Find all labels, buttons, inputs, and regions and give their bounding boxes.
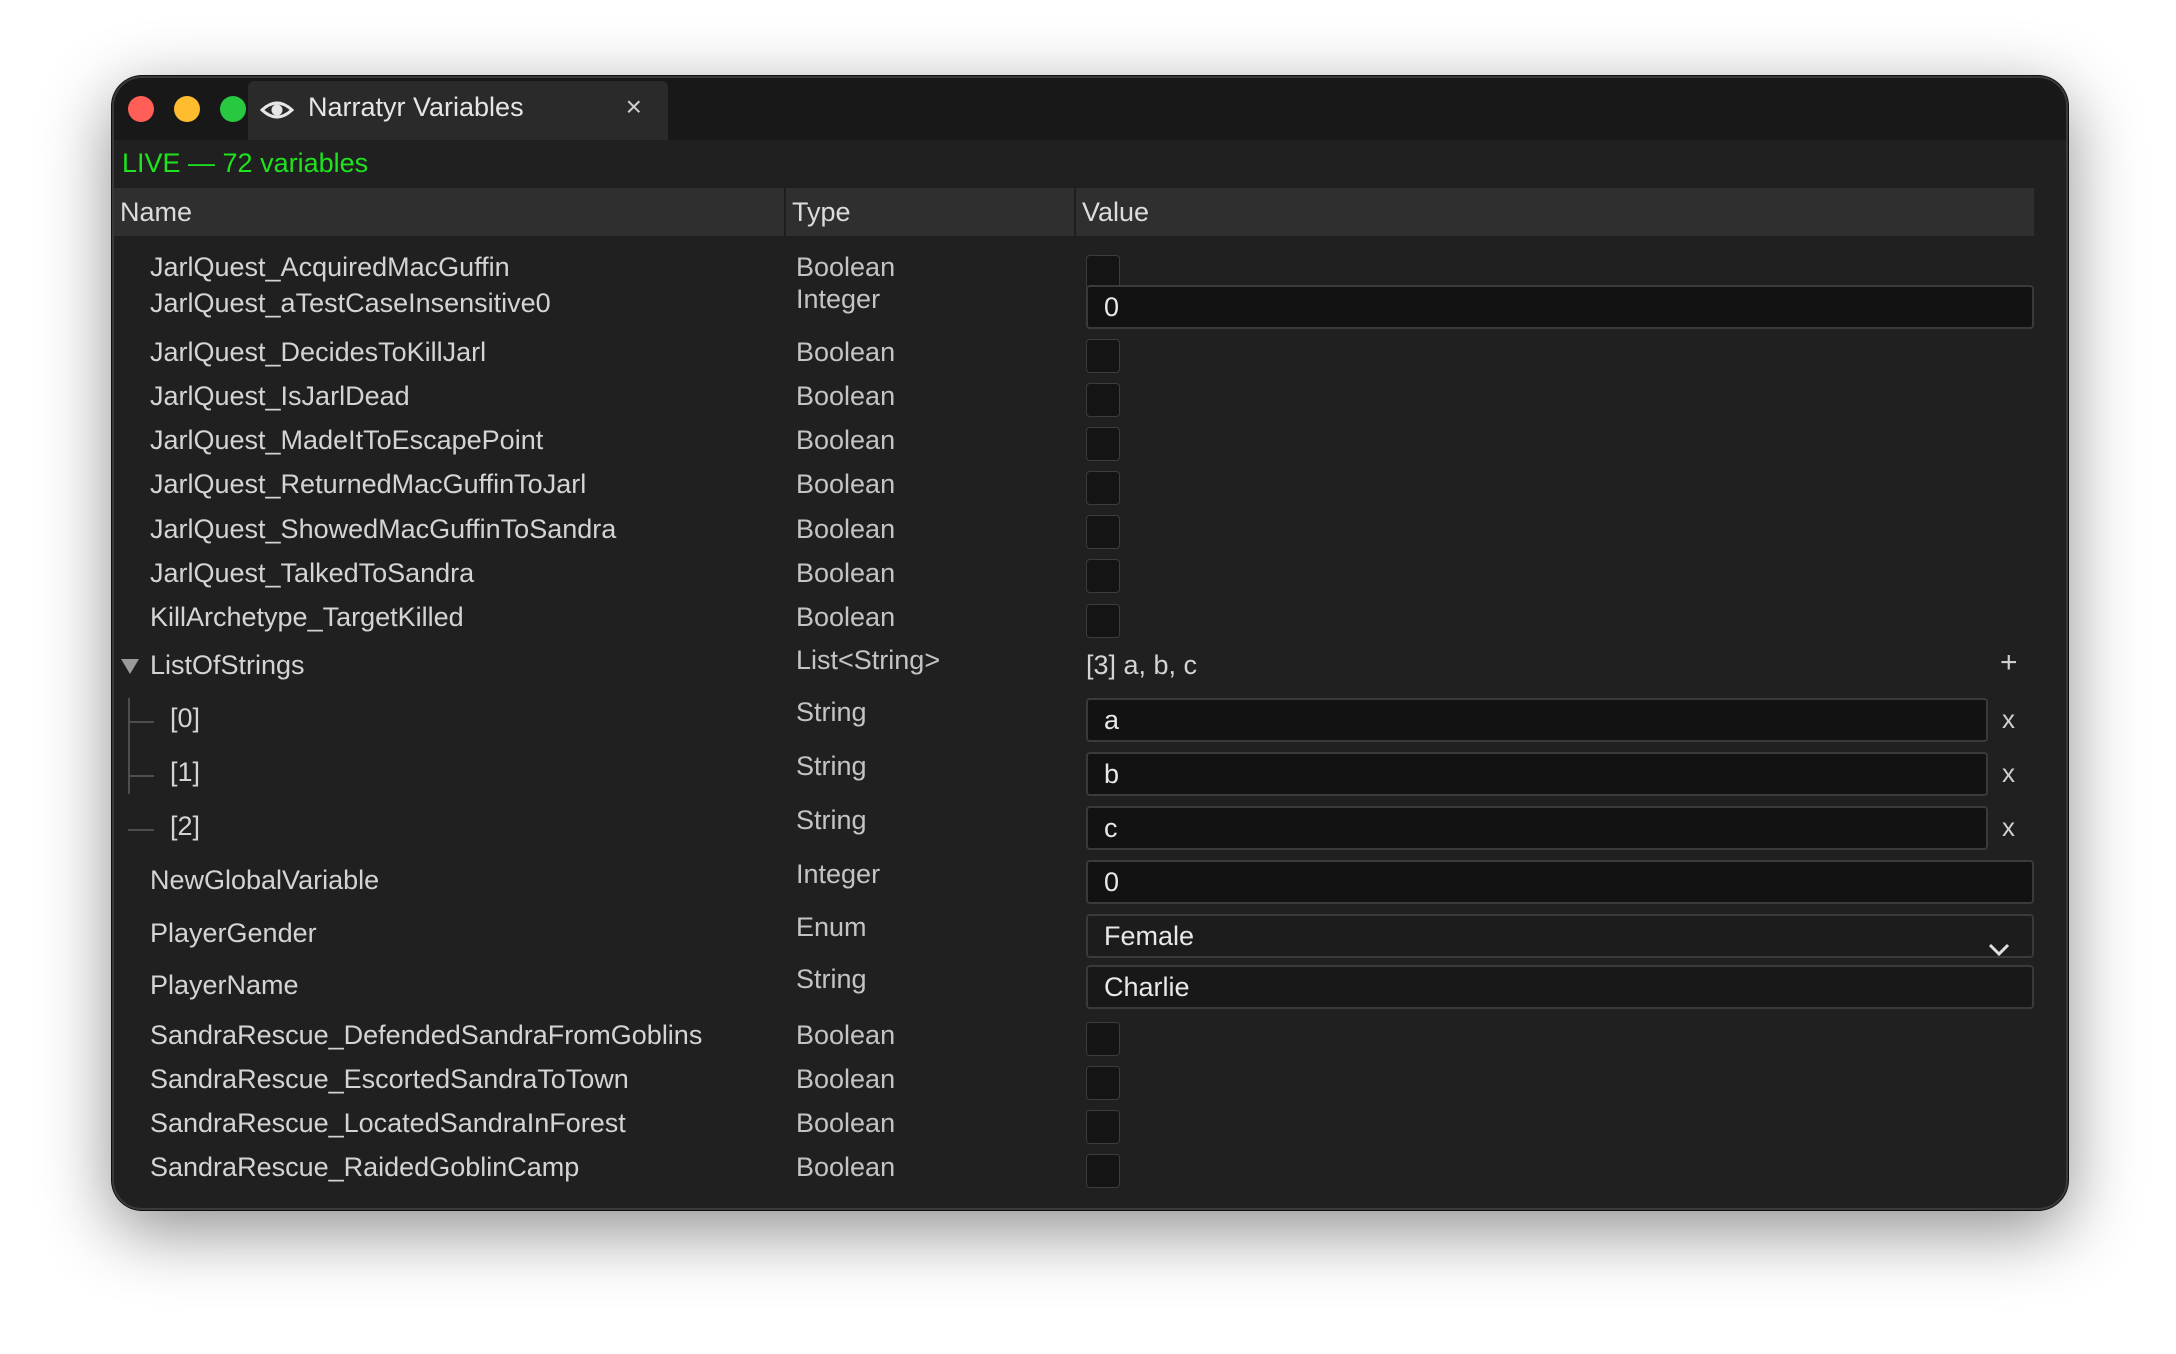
live-status: LIVE — 72 variables <box>122 148 369 178</box>
variable-type: Integer <box>796 859 881 889</box>
variable-type: Boolean <box>796 514 896 544</box>
variable-name: SandraRescue_EscortedSandraToTown <box>150 1064 629 1094</box>
variable-type: String <box>796 964 867 994</box>
list-summary: [3] a, b, c <box>1086 650 1198 680</box>
variable-name: JarlQuest_MadeItToEscapePoint <box>150 425 544 455</box>
list-index: [0] <box>170 703 201 733</box>
variable-type: String <box>796 697 867 727</box>
variable-type: String <box>796 751 867 781</box>
tab-title: Narratyr Variables <box>308 92 524 122</box>
boolean-checkbox[interactable] <box>1086 604 1120 638</box>
boolean-checkbox[interactable] <box>1086 1154 1120 1188</box>
list-index: [2] <box>170 811 201 841</box>
variable-name: JarlQuest_ReturnedMacGuffinToJarl <box>150 469 587 499</box>
tree-connector <box>128 698 130 794</box>
variable-name: NewGlobalVariable <box>150 865 380 895</box>
remove-item-button[interactable]: x <box>2002 812 2015 843</box>
string-input[interactable]: a <box>1086 698 1988 742</box>
variable-name: JarlQuest_IsJarlDead <box>150 381 410 411</box>
string-input[interactable]: b <box>1086 752 1988 796</box>
string-input[interactable]: c <box>1086 806 1988 850</box>
boolean-checkbox[interactable] <box>1086 383 1120 417</box>
enum-dropdown[interactable]: Female <box>1086 914 2034 958</box>
expand-triangle-icon[interactable] <box>120 658 140 681</box>
string-input[interactable]: Charlie <box>1086 965 2034 1009</box>
variable-name: PlayerName <box>150 970 299 1000</box>
tree-connector <box>128 721 154 723</box>
boolean-checkbox[interactable] <box>1086 559 1120 593</box>
variable-type: Boolean <box>796 469 896 499</box>
column-header-value[interactable]: Value <box>1076 188 2034 236</box>
boolean-checkbox[interactable] <box>1086 255 1120 289</box>
variable-type: Boolean <box>796 381 896 411</box>
variable-type: String <box>796 805 867 835</box>
variable-name: SandraRescue_RaidedGoblinCamp <box>150 1152 580 1182</box>
variable-name: JarlQuest_TalkedToSandra <box>150 558 475 588</box>
variable-type: List<String> <box>796 645 941 675</box>
close-window-button[interactable] <box>128 96 154 122</box>
variable-type: Boolean <box>796 425 896 455</box>
variable-type: Boolean <box>796 1152 896 1182</box>
remove-item-button[interactable]: x <box>2002 704 2015 735</box>
column-header-type[interactable]: Type <box>786 188 1074 236</box>
title-bar: Narratyr Variables × <box>114 78 2066 140</box>
column-header-name[interactable]: Name <box>114 188 784 236</box>
variable-name: SandraRescue_DefendedSandraFromGoblins <box>150 1020 703 1050</box>
variable-type: Boolean <box>796 1064 896 1094</box>
variable-type: Boolean <box>796 602 896 632</box>
variable-name: SandraRescue_LocatedSandraInForest <box>150 1108 626 1138</box>
minimize-window-button[interactable] <box>174 96 200 122</box>
boolean-checkbox[interactable] <box>1086 1022 1120 1056</box>
eye-icon <box>259 95 295 130</box>
variable-list: JarlQuest_AcquiredMacGuffin Boolean Jarl… <box>114 236 2034 1208</box>
variable-name: KillArchetype_TargetKilled <box>150 602 464 632</box>
variable-type: Boolean <box>796 1020 896 1050</box>
list-index: [1] <box>170 757 201 787</box>
chevron-down-icon <box>1988 928 2010 968</box>
tab-narratyr-variables[interactable]: Narratyr Variables × <box>248 81 668 140</box>
boolean-checkbox[interactable] <box>1086 515 1120 549</box>
maximize-window-button[interactable] <box>220 96 246 122</box>
variable-name: PlayerGender <box>150 918 317 948</box>
variables-window: Narratyr Variables × LIVE — 72 variables… <box>112 76 2068 1210</box>
variable-type: Boolean <box>796 337 896 367</box>
dropdown-value: Female <box>1104 921 1195 951</box>
table-header: Name Type Value <box>114 188 2034 236</box>
tree-connector <box>128 775 154 777</box>
variable-type: Integer <box>796 284 881 314</box>
variable-type: Boolean <box>796 252 896 282</box>
variable-name: ListOfStrings <box>150 650 305 680</box>
variable-name: JarlQuest_DecidesToKillJarl <box>150 337 487 367</box>
variable-name: JarlQuest_AcquiredMacGuffin <box>150 252 510 282</box>
variable-name: JarlQuest_aTestCaseInsensitive0 <box>150 288 551 318</box>
add-item-button[interactable]: + <box>2000 646 2018 680</box>
remove-item-button[interactable]: x <box>2002 758 2015 789</box>
boolean-checkbox[interactable] <box>1086 1110 1120 1144</box>
integer-input[interactable]: 0 <box>1086 285 2034 329</box>
variable-type: Boolean <box>796 1108 896 1138</box>
integer-input[interactable]: 0 <box>1086 860 2034 904</box>
boolean-checkbox[interactable] <box>1086 427 1120 461</box>
variable-type: Enum <box>796 912 867 942</box>
boolean-checkbox[interactable] <box>1086 339 1120 373</box>
variable-name: JarlQuest_ShowedMacGuffinToSandra <box>150 514 617 544</box>
boolean-checkbox[interactable] <box>1086 1066 1120 1100</box>
variable-type: Boolean <box>796 558 896 588</box>
boolean-checkbox[interactable] <box>1086 471 1120 505</box>
tree-connector <box>128 829 154 831</box>
close-icon[interactable]: × <box>626 91 642 123</box>
